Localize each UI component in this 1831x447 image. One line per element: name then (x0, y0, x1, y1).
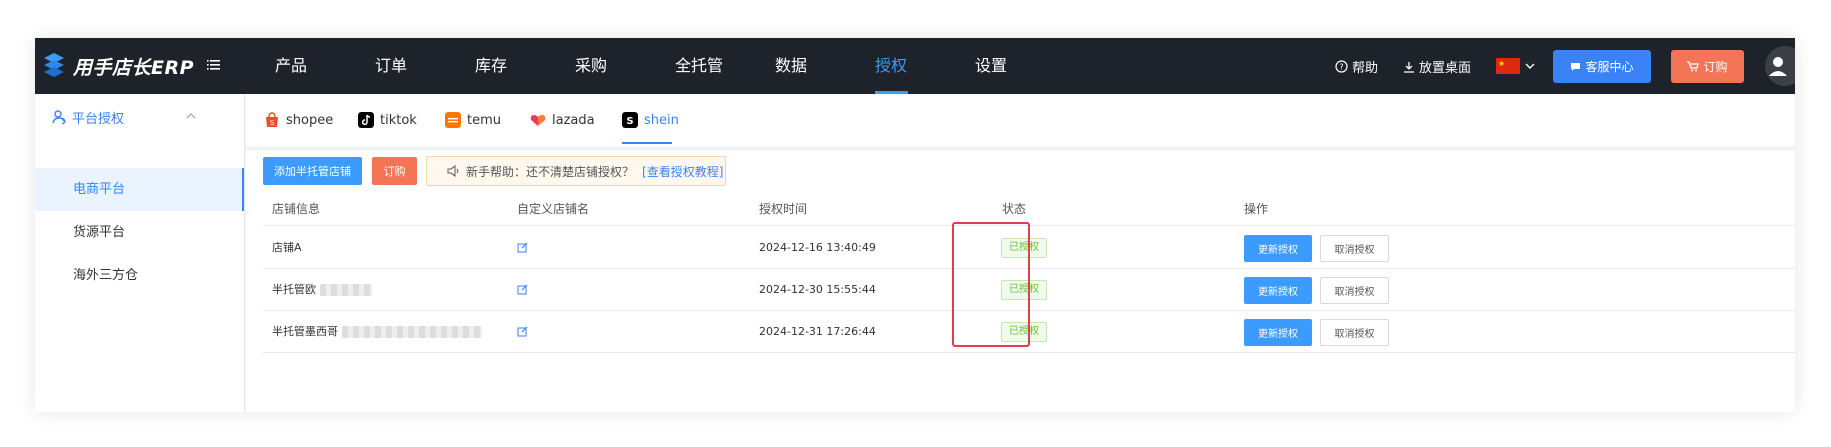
platform-tabs: S shopee tiktok temu lazada S shein (246, 94, 1795, 146)
auth-time: 2024-12-31 17:26:44 (759, 325, 876, 338)
temu-icon (445, 112, 461, 128)
nav-full-managed[interactable]: 全托管 (675, 38, 775, 94)
nav-data[interactable]: 数据 (775, 38, 875, 94)
desktop-label: 放置桌面 (1419, 61, 1472, 76)
tab-label: shopee (286, 112, 334, 128)
avatar[interactable] (1765, 46, 1795, 86)
cancel-auth-button[interactable]: 取消授权 (1320, 235, 1389, 262)
help-notice: 新手帮助：还不清楚店铺授权？ [查看授权教程] (426, 156, 726, 186)
nav-inventory[interactable]: 库存 (475, 38, 575, 94)
service-label: 客服中心 (1585, 60, 1634, 74)
logo-icon (44, 53, 64, 77)
svg-text:S: S (270, 119, 275, 127)
cart-icon (1687, 61, 1700, 72)
edit-icon[interactable] (517, 242, 528, 253)
speaker-icon (447, 165, 459, 177)
nav-authorization[interactable]: 授权 (875, 38, 975, 94)
auth-icon (52, 110, 66, 125)
app-window: 用手店长ERP 产品 订单 库存 采购 全托管 数据 授权 设置 ? 帮助 放置… (35, 38, 1795, 412)
lazada-icon (530, 115, 546, 126)
tab-label: lazada (552, 112, 595, 128)
order-top-label: 订购 (1703, 60, 1728, 74)
redacted-text (319, 284, 372, 296)
menu-toggle-icon[interactable] (207, 58, 221, 72)
col-store-info: 店铺信息 (272, 202, 321, 216)
tab-temu[interactable]: temu (445, 94, 501, 146)
notice-text: 新手帮助：还不清楚店铺授权？ (466, 164, 635, 179)
store-name: 半托管欧 (272, 269, 372, 311)
help-label: 帮助 (1352, 61, 1379, 76)
svg-text:S: S (626, 116, 633, 127)
svg-text:?: ? (1339, 63, 1343, 72)
shein-icon: S (622, 112, 638, 128)
table-header: 店铺信息 自定义店铺名 授权时间 状态 操作 (263, 193, 1795, 226)
sidebar: 平台授权 电商平台 货源平台 海外三方仓 (35, 94, 245, 412)
cancel-auth-button[interactable]: 取消授权 (1320, 319, 1389, 346)
download-icon (1404, 61, 1414, 73)
sidebar-item-ecommerce[interactable]: 电商平台 (35, 168, 244, 211)
redacted-text (341, 326, 482, 338)
flag-star-icon: ★ (1498, 59, 1506, 68)
tab-tiktok[interactable]: tiktok (358, 94, 417, 146)
tab-lazada[interactable]: lazada (530, 94, 595, 146)
store-name: 店铺A (272, 241, 302, 254)
nav-products[interactable]: 产品 (275, 38, 375, 94)
status-highlight-box (952, 222, 1030, 347)
update-auth-button[interactable]: 更新授权 (1244, 277, 1312, 304)
edit-icon[interactable] (517, 284, 528, 295)
nav-orders[interactable]: 订单 (375, 38, 475, 94)
place-desktop-link[interactable]: 放置桌面 (1403, 57, 1471, 76)
help-icon: ? (1335, 60, 1348, 73)
main-nav: 产品 订单 库存 采购 全托管 数据 授权 设置 (275, 38, 1075, 94)
tiktok-icon (358, 112, 374, 128)
sidebar-group-platform-auth[interactable]: 平台授权 (35, 94, 244, 140)
sidebar-item-overseas-warehouse[interactable]: 海外三方仓 (35, 254, 244, 297)
logo-text: 用手店长ERP (73, 56, 195, 79)
user-icon (1769, 57, 1787, 76)
auth-time: 2024-12-16 13:40:49 (759, 241, 876, 254)
nav-purchasing[interactable]: 采购 (575, 38, 675, 94)
chat-icon (1571, 62, 1581, 71)
chevron-up-icon[interactable] (186, 112, 196, 120)
shopee-icon: S (266, 112, 278, 127)
nav-settings[interactable]: 设置 (975, 38, 1075, 94)
col-custom-name: 自定义店铺名 (517, 202, 590, 216)
order-top-button[interactable]: 订购 (1671, 50, 1744, 83)
tab-shopee[interactable]: S shopee (264, 94, 333, 146)
customer-service-button[interactable]: 客服中心 (1553, 50, 1651, 83)
app-logo[interactable]: 用手店长ERP (41, 52, 194, 80)
sidebar-group-label: 平台授权 (72, 111, 125, 127)
order-button[interactable]: 订购 (372, 157, 417, 185)
col-auth-time: 授权时间 (759, 202, 808, 216)
cancel-auth-button[interactable]: 取消授权 (1320, 277, 1389, 304)
auth-time: 2024-12-30 15:55:44 (759, 283, 876, 296)
col-actions: 操作 (1244, 202, 1269, 216)
update-auth-button[interactable]: 更新授权 (1244, 235, 1312, 262)
help-link[interactable]: ? 帮助 (1335, 57, 1378, 76)
update-auth-button[interactable]: 更新授权 (1244, 319, 1312, 346)
tab-shein[interactable]: S shein (622, 94, 679, 146)
edit-icon[interactable] (517, 326, 528, 337)
tab-label: tiktok (380, 112, 417, 128)
add-semi-managed-store-button[interactable]: 添加半托管店铺 (263, 157, 362, 185)
store-name: 半托管墨西哥 (272, 311, 482, 353)
sidebar-item-sourcing[interactable]: 货源平台 (35, 211, 244, 254)
chevron-down-icon[interactable] (1525, 62, 1535, 70)
tutorial-link[interactable]: [查看授权教程] (642, 163, 723, 180)
tab-label: temu (467, 112, 501, 128)
tab-label: shein (644, 112, 679, 128)
language-flag[interactable]: ★ (1496, 58, 1520, 74)
top-navigation-bar: 用手店长ERP 产品 订单 库存 采购 全托管 数据 授权 设置 ? 帮助 放置… (35, 38, 1795, 94)
